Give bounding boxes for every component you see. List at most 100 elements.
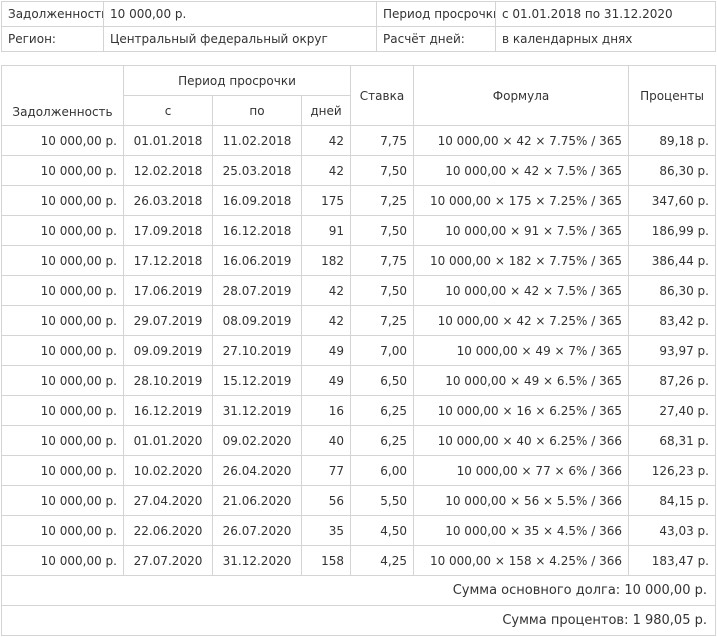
col-header-period: Период просрочки (123, 65, 351, 96)
cell-debt: 10 000,00 р. (1, 275, 124, 306)
cell-rate: 7,00 (350, 335, 414, 366)
cell-days: 91 (301, 215, 351, 246)
table-row: 10 000,00 р. 26.03.2018 16.09.2018 175 7,25 1… (1, 185, 716, 216)
cell-from: 28.10.2019 (123, 365, 213, 396)
table-row: 10 000,00 р. 17.12.2018 16.06.2019 182 7,75 1… (1, 245, 716, 276)
debt-label: Задолженность: (1, 1, 104, 27)
cell-to: 26.04.2020 (212, 455, 302, 486)
cell-formula: 10 000,00 × 42 × 7.25% / 365 (413, 305, 629, 336)
header-row: Задолженность Период просрочки Ставка Фо… (1, 65, 716, 126)
cell-to: 28.07.2019 (212, 275, 302, 306)
cell-interest: 186,99 р. (628, 215, 716, 246)
interest-total: Сумма процентов: 1 980,05 р. (1, 605, 716, 636)
cell-rate: 7,25 (350, 185, 414, 216)
cell-formula: 10 000,00 × 42 × 7.75% / 365 (413, 125, 629, 156)
cell-rate: 4,50 (350, 515, 414, 546)
table-row: 10 000,00 р. 17.09.2018 16.12.2018 91 7,50 10… (1, 215, 716, 246)
table-row: 10 000,00 р. 17.06.2019 28.07.2019 42 7,50 10… (1, 275, 716, 306)
cell-debt: 10 000,00 р. (1, 125, 124, 156)
cell-days: 42 (301, 305, 351, 336)
cell-rate: 7,50 (350, 275, 414, 306)
info-row: Регион: Центральный федеральный округ Ра… (1, 26, 716, 52)
table-row: 10 000,00 р. 09.09.2019 27.10.2019 49 7,00 10… (1, 335, 716, 366)
cell-formula: 10 000,00 × 158 × 4.25% / 366 (413, 545, 629, 576)
cell-from: 26.03.2018 (123, 185, 213, 216)
table-row: 10 000,00 р. 01.01.2020 09.02.2020 40 6,25 10… (1, 425, 716, 456)
table-row: 10 000,00 р. 01.01.2018 11.02.2018 42 7,75 10… (1, 125, 716, 156)
col-header-rate: Ставка (350, 65, 414, 126)
cell-from: 22.06.2020 (123, 515, 213, 546)
cell-days: 35 (301, 515, 351, 546)
cell-interest: 126,23 р. (628, 455, 716, 486)
cell-rate: 7,75 (350, 125, 414, 156)
table-row: 10 000,00 р. 29.07.2019 08.09.2019 42 7,25 10… (1, 305, 716, 336)
cell-to: 09.02.2020 (212, 425, 302, 456)
cell-to: 26.07.2020 (212, 515, 302, 546)
cell-rate: 5,50 (350, 485, 414, 516)
cell-rate: 6,25 (350, 395, 414, 426)
cell-formula: 10 000,00 × 91 × 7.5% / 365 (413, 215, 629, 246)
cell-to: 21.06.2020 (212, 485, 302, 516)
interest-total-row: Сумма процентов: 1 980,05 р. (1, 605, 716, 636)
cell-days: 56 (301, 485, 351, 516)
debt-value: 10 000,00 р. (103, 1, 377, 27)
cell-formula: 10 000,00 × 49 × 7% / 365 (413, 335, 629, 366)
cell-rate: 7,50 (350, 215, 414, 246)
overdue-period-label: Период просрочки: (376, 1, 496, 27)
cell-from: 27.04.2020 (123, 485, 213, 516)
cell-formula: 10 000,00 × 42 × 7.5% / 365 (413, 155, 629, 186)
col-header-days: дней (301, 95, 351, 126)
cell-interest: 83,42 р. (628, 305, 716, 336)
cell-to: 31.12.2019 (212, 395, 302, 426)
cell-from: 01.01.2020 (123, 425, 213, 456)
summary-info-table: Задолженность: 10 000,00 р. Период проср… (1, 1, 716, 52)
cell-to: 16.09.2018 (212, 185, 302, 216)
cell-days: 49 (301, 365, 351, 396)
col-header-interest: Проценты (628, 65, 716, 126)
cell-from: 09.09.2019 (123, 335, 213, 366)
cell-debt: 10 000,00 р. (1, 215, 124, 246)
cell-from: 17.12.2018 (123, 245, 213, 276)
cell-formula: 10 000,00 × 175 × 7.25% / 365 (413, 185, 629, 216)
cell-days: 16 (301, 395, 351, 426)
region-value: Центральный федеральный округ (103, 26, 377, 52)
table-row: 10 000,00 р. 22.06.2020 26.07.2020 35 4,50 10… (1, 515, 716, 546)
cell-rate: 6,25 (350, 425, 414, 456)
cell-debt: 10 000,00 р. (1, 185, 124, 216)
cell-rate: 7,50 (350, 155, 414, 186)
cell-to: 15.12.2019 (212, 365, 302, 396)
cell-formula: 10 000,00 × 182 × 7.75% / 365 (413, 245, 629, 276)
cell-interest: 68,31 р. (628, 425, 716, 456)
cell-days: 175 (301, 185, 351, 216)
cell-from: 01.01.2018 (123, 125, 213, 156)
cell-days: 40 (301, 425, 351, 456)
cell-to: 16.12.2018 (212, 215, 302, 246)
cell-from: 10.02.2020 (123, 455, 213, 486)
cell-debt: 10 000,00 р. (1, 245, 124, 276)
cell-debt: 10 000,00 р. (1, 515, 124, 546)
cell-interest: 27,40 р. (628, 395, 716, 426)
cell-formula: 10 000,00 × 56 × 5.5% / 366 (413, 485, 629, 516)
cell-debt: 10 000,00 р. (1, 335, 124, 366)
cell-debt: 10 000,00 р. (1, 365, 124, 396)
cell-debt: 10 000,00 р. (1, 305, 124, 336)
cell-rate: 7,25 (350, 305, 414, 336)
cell-to: 11.02.2018 (212, 125, 302, 156)
interest-calculation-table: Задолженность Период просрочки Ставка Фо… (1, 65, 716, 636)
principal-total: Сумма основного долга: 10 000,00 р. (1, 575, 716, 606)
cell-rate: 4,25 (350, 545, 414, 576)
table-row: 10 000,00 р. 27.04.2020 21.06.2020 56 5,50 10… (1, 485, 716, 516)
cell-debt: 10 000,00 р. (1, 425, 124, 456)
cell-formula: 10 000,00 × 77 × 6% / 366 (413, 455, 629, 486)
cell-interest: 86,30 р. (628, 155, 716, 186)
overdue-period-value: с 01.01.2018 по 31.12.2020 (495, 1, 716, 27)
cell-rate: 6,50 (350, 365, 414, 396)
info-row: Задолженность: 10 000,00 р. Период проср… (1, 1, 716, 27)
cell-rate: 6,00 (350, 455, 414, 486)
cell-debt: 10 000,00 р. (1, 455, 124, 486)
cell-formula: 10 000,00 × 40 × 6.25% / 366 (413, 425, 629, 456)
cell-debt: 10 000,00 р. (1, 395, 124, 426)
table-row: 10 000,00 р. 12.02.2018 25.03.2018 42 7,50 10… (1, 155, 716, 186)
cell-from: 12.02.2018 (123, 155, 213, 186)
region-label: Регион: (1, 26, 104, 52)
